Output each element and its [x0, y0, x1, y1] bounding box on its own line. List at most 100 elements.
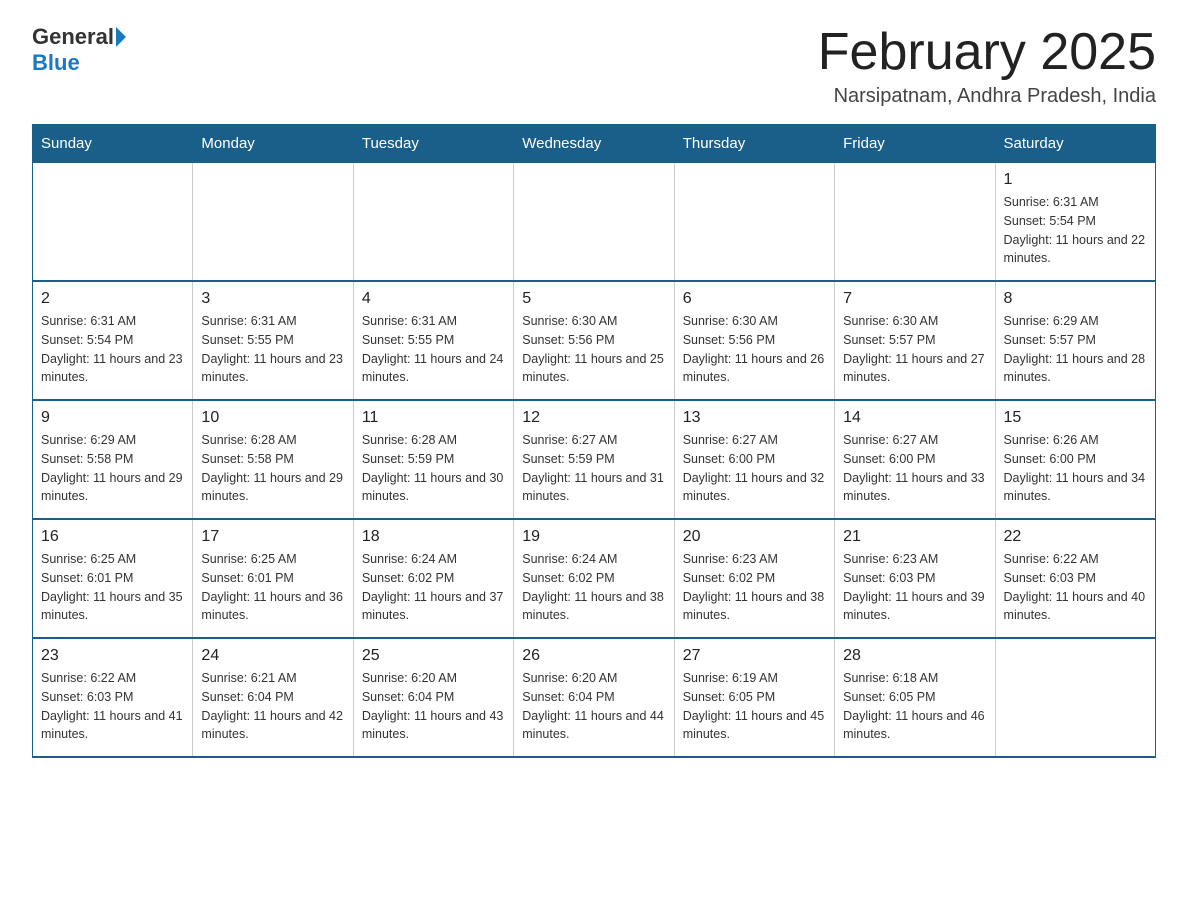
logo-arrow-icon: [116, 27, 126, 47]
calendar-cell: [514, 163, 674, 282]
day-number: 27: [683, 647, 826, 665]
calendar-cell: 24 Sunrise: 6:21 AMSunset: 6:04 PMDayligh…: [193, 638, 353, 757]
calendar-cell: 14 Sunrise: 6:27 AMSunset: 6:00 PMDayligh…: [835, 400, 995, 519]
calendar-cell: 25 Sunrise: 6:20 AMSunset: 6:04 PMDayligh…: [353, 638, 513, 757]
calendar-cell: [674, 163, 834, 282]
calendar-cell: 20 Sunrise: 6:23 AMSunset: 6:02 PMDayligh…: [674, 519, 834, 638]
day-number: 14: [843, 409, 986, 427]
calendar-cell: [33, 163, 193, 282]
day-number: 4: [362, 290, 505, 308]
day-info: Sunrise: 6:28 AMSunset: 5:58 PMDaylight:…: [201, 431, 344, 506]
calendar-cell: 21Sunrise: 6:23 AMSunset: 6:03 PMDayligh…: [835, 519, 995, 638]
calendar-cell: 2Sunrise: 6:31 AMSunset: 5:54 PMDaylight…: [33, 281, 193, 400]
day-info: Sunrise: 6:20 AMSunset: 6:04 PMDaylight:…: [522, 669, 665, 744]
day-number: 15: [1004, 409, 1147, 427]
calendar-cell: 19Sunrise: 6:24 AMSunset: 6:02 PMDayligh…: [514, 519, 674, 638]
day-header-thursday: Thursday: [674, 125, 834, 163]
day-info: Sunrise: 6:27 AMSunset: 6:00 PMDaylight:…: [843, 431, 986, 506]
day-info: Sunrise: 6:24 AMSunset: 6:02 PMDaylight:…: [522, 550, 665, 625]
calendar-cell: 7 Sunrise: 6:30 AMSunset: 5:57 PMDaylight…: [835, 281, 995, 400]
day-info: Sunrise: 6:29 AMSunset: 5:58 PMDaylight:…: [41, 431, 184, 506]
day-info: Sunrise: 6:27 AMSunset: 6:00 PMDaylight:…: [683, 431, 826, 506]
day-number: 6: [683, 290, 826, 308]
page-header: General Blue February 2025 Narsipatnam, …: [32, 24, 1156, 108]
day-number: 22: [1004, 528, 1147, 546]
day-number: 11: [362, 409, 505, 427]
day-info: Sunrise: 6:21 AMSunset: 6:04 PMDaylight:…: [201, 669, 344, 744]
day-number: 13: [683, 409, 826, 427]
day-number: 18: [362, 528, 505, 546]
day-header-row: SundayMondayTuesdayWednesdayThursdayFrid…: [33, 125, 1156, 163]
calendar-week-4: 23Sunrise: 6:22 AMSunset: 6:03 PMDayligh…: [33, 638, 1156, 757]
day-info: Sunrise: 6:23 AMSunset: 6:02 PMDaylight:…: [683, 550, 826, 625]
day-number: 1: [1004, 171, 1147, 189]
calendar-body: 1 Sunrise: 6:31 AMSunset: 5:54 PMDaylight…: [33, 163, 1156, 758]
calendar-cell: [193, 163, 353, 282]
calendar-table: SundayMondayTuesdayWednesdayThursdayFrid…: [32, 124, 1156, 758]
day-info: Sunrise: 6:25 AMSunset: 6:01 PMDaylight:…: [41, 550, 184, 625]
logo-blue-text: Blue: [32, 50, 80, 76]
day-info: Sunrise: 6:31 AMSunset: 5:55 PMDaylight:…: [201, 312, 344, 387]
day-number: 9: [41, 409, 184, 427]
calendar-cell: 5Sunrise: 6:30 AMSunset: 5:56 PMDaylight…: [514, 281, 674, 400]
day-info: Sunrise: 6:30 AMSunset: 5:56 PMDaylight:…: [683, 312, 826, 387]
calendar-cell: [835, 163, 995, 282]
calendar-cell: 9 Sunrise: 6:29 AMSunset: 5:58 PMDaylight…: [33, 400, 193, 519]
calendar-week-2: 9 Sunrise: 6:29 AMSunset: 5:58 PMDaylight…: [33, 400, 1156, 519]
day-header-saturday: Saturday: [995, 125, 1155, 163]
day-info: Sunrise: 6:29 AMSunset: 5:57 PMDaylight:…: [1004, 312, 1147, 387]
calendar-cell: 6 Sunrise: 6:30 AMSunset: 5:56 PMDaylight…: [674, 281, 834, 400]
day-info: Sunrise: 6:22 AMSunset: 6:03 PMDaylight:…: [1004, 550, 1147, 625]
day-header-sunday: Sunday: [33, 125, 193, 163]
day-info: Sunrise: 6:19 AMSunset: 6:05 PMDaylight:…: [683, 669, 826, 744]
calendar-cell: 12 Sunrise: 6:27 AMSunset: 5:59 PMDayligh…: [514, 400, 674, 519]
day-number: 12: [522, 409, 665, 427]
calendar-week-3: 16Sunrise: 6:25 AMSunset: 6:01 PMDayligh…: [33, 519, 1156, 638]
calendar-cell: 15 Sunrise: 6:26 AMSunset: 6:00 PMDayligh…: [995, 400, 1155, 519]
day-info: Sunrise: 6:20 AMSunset: 6:04 PMDaylight:…: [362, 669, 505, 744]
calendar-cell: [353, 163, 513, 282]
calendar-week-1: 2Sunrise: 6:31 AMSunset: 5:54 PMDaylight…: [33, 281, 1156, 400]
calendar-cell: 1 Sunrise: 6:31 AMSunset: 5:54 PMDaylight…: [995, 163, 1155, 282]
day-info: Sunrise: 6:27 AMSunset: 5:59 PMDaylight:…: [522, 431, 665, 506]
day-info: Sunrise: 6:18 AMSunset: 6:05 PMDaylight:…: [843, 669, 986, 744]
day-number: 20: [683, 528, 826, 546]
day-info: Sunrise: 6:31 AMSunset: 5:55 PMDaylight:…: [362, 312, 505, 387]
day-number: 25: [362, 647, 505, 665]
logo: General Blue: [32, 24, 126, 76]
logo-general-text: General: [32, 24, 126, 50]
calendar-cell: [995, 638, 1155, 757]
day-number: 2: [41, 290, 184, 308]
month-title: February 2025: [818, 24, 1156, 81]
calendar-cell: 22 Sunrise: 6:22 AMSunset: 6:03 PMDayligh…: [995, 519, 1155, 638]
calendar-cell: 4 Sunrise: 6:31 AMSunset: 5:55 PMDaylight…: [353, 281, 513, 400]
calendar-cell: 8Sunrise: 6:29 AMSunset: 5:57 PMDaylight…: [995, 281, 1155, 400]
calendar-cell: 26 Sunrise: 6:20 AMSunset: 6:04 PMDayligh…: [514, 638, 674, 757]
day-info: Sunrise: 6:26 AMSunset: 6:00 PMDaylight:…: [1004, 431, 1147, 506]
day-info: Sunrise: 6:30 AMSunset: 5:57 PMDaylight:…: [843, 312, 986, 387]
day-info: Sunrise: 6:23 AMSunset: 6:03 PMDaylight:…: [843, 550, 986, 625]
calendar-cell: 16Sunrise: 6:25 AMSunset: 6:01 PMDayligh…: [33, 519, 193, 638]
day-info: Sunrise: 6:22 AMSunset: 6:03 PMDaylight:…: [41, 669, 184, 744]
calendar-cell: 13 Sunrise: 6:27 AMSunset: 6:00 PMDayligh…: [674, 400, 834, 519]
day-info: Sunrise: 6:25 AMSunset: 6:01 PMDaylight:…: [201, 550, 344, 625]
day-info: Sunrise: 6:28 AMSunset: 5:59 PMDaylight:…: [362, 431, 505, 506]
day-info: Sunrise: 6:24 AMSunset: 6:02 PMDaylight:…: [362, 550, 505, 625]
day-number: 3: [201, 290, 344, 308]
day-number: 5: [522, 290, 665, 308]
calendar-header: SundayMondayTuesdayWednesdayThursdayFrid…: [33, 125, 1156, 163]
day-number: 17: [201, 528, 344, 546]
title-block: February 2025 Narsipatnam, Andhra Prades…: [818, 24, 1156, 108]
day-number: 28: [843, 647, 986, 665]
calendar-cell: 3 Sunrise: 6:31 AMSunset: 5:55 PMDaylight…: [193, 281, 353, 400]
calendar-cell: 10Sunrise: 6:28 AMSunset: 5:58 PMDayligh…: [193, 400, 353, 519]
day-number: 26: [522, 647, 665, 665]
calendar-cell: 18 Sunrise: 6:24 AMSunset: 6:02 PMDayligh…: [353, 519, 513, 638]
day-info: Sunrise: 6:31 AMSunset: 5:54 PMDaylight:…: [1004, 193, 1147, 268]
day-number: 24: [201, 647, 344, 665]
logo-general-word: General: [32, 24, 114, 50]
day-header-wednesday: Wednesday: [514, 125, 674, 163]
calendar-cell: 28 Sunrise: 6:18 AMSunset: 6:05 PMDayligh…: [835, 638, 995, 757]
calendar-cell: 17 Sunrise: 6:25 AMSunset: 6:01 PMDayligh…: [193, 519, 353, 638]
day-number: 7: [843, 290, 986, 308]
